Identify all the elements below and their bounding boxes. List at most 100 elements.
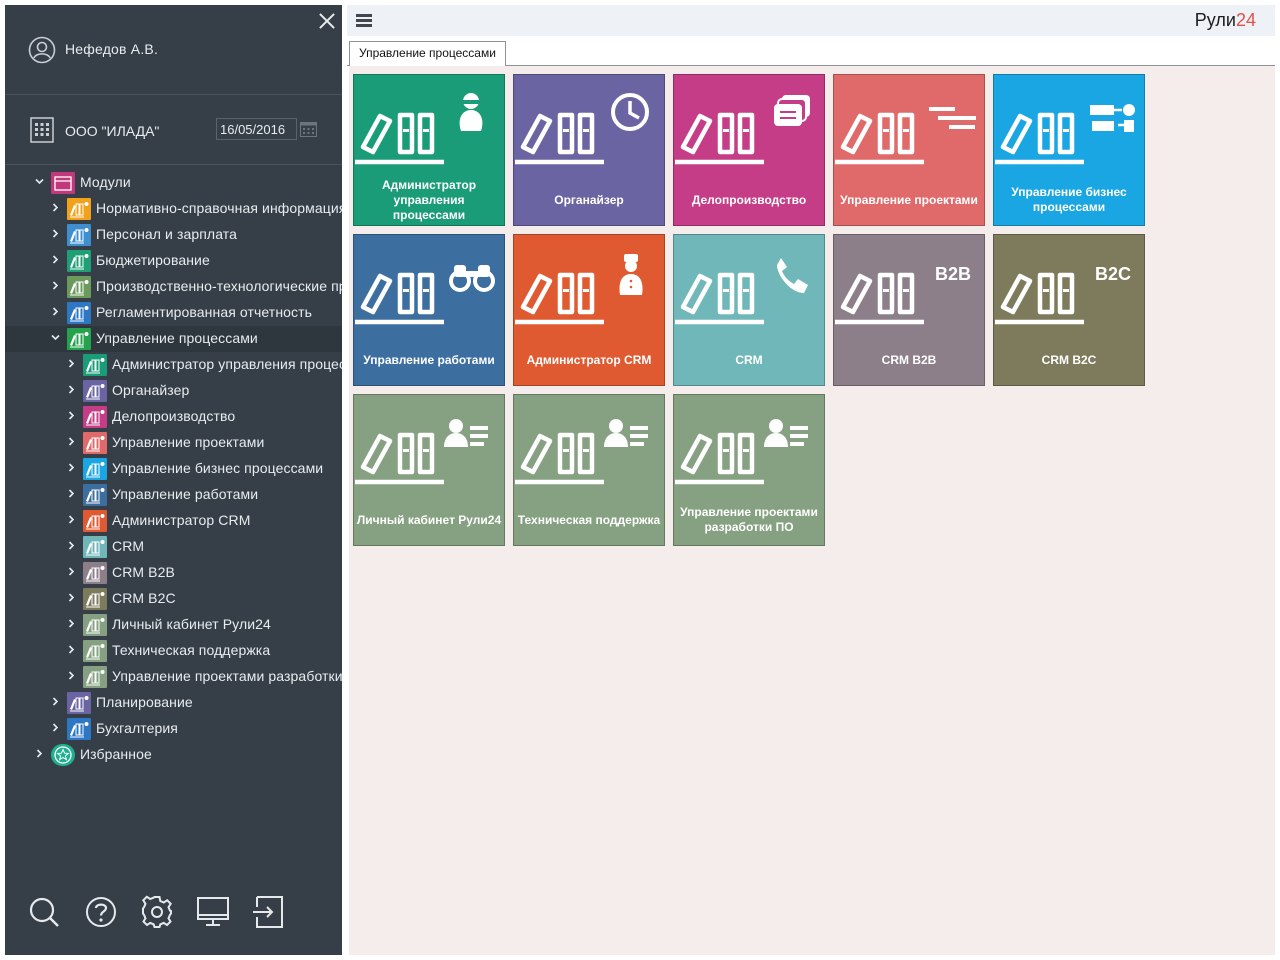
module-tile[interactable]: Органайзер xyxy=(513,74,665,226)
tree-item[interactable]: Управление проектами xyxy=(5,430,342,456)
chevron-right-icon[interactable] xyxy=(67,385,76,394)
chevron-right-icon[interactable] xyxy=(51,203,60,212)
module-tile[interactable]: Администратор управления процессами xyxy=(353,74,505,226)
tree-item[interactable]: Модули xyxy=(5,170,342,196)
module-tile[interactable]: Управление бизнес процессами xyxy=(993,74,1145,226)
tree-item[interactable]: Администратор CRM xyxy=(5,508,342,534)
module-tile-label: Администратор управления процессами xyxy=(381,177,477,222)
tree-item-label: Планирование xyxy=(96,694,193,710)
tree-item[interactable]: Управление работами xyxy=(5,482,342,508)
gantt-icon xyxy=(835,107,976,165)
date-field[interactable] xyxy=(216,118,297,140)
chevron-right-icon[interactable] xyxy=(51,281,60,290)
user-avatar-icon[interactable] xyxy=(28,36,56,64)
tree-item[interactable]: Планирование xyxy=(5,690,342,716)
module-tile[interactable]: Личный кабинет Рули24 xyxy=(353,394,505,546)
module-tile-label: Управление работами xyxy=(363,352,495,367)
organization-name[interactable]: ООО "ИЛАДА" xyxy=(65,123,159,139)
module-tile[interactable]: Делопроизводство xyxy=(673,74,825,226)
chevron-right-icon[interactable] xyxy=(67,671,76,680)
organization-block: ООО "ИЛАДА" xyxy=(5,95,342,165)
tree-item[interactable]: Персонал и зарплата xyxy=(5,222,342,248)
chevron-right-icon[interactable] xyxy=(51,697,60,706)
module-tile[interactable]: Управление работами xyxy=(353,234,505,386)
chevron-right-icon[interactable] xyxy=(35,749,44,758)
module-icon xyxy=(83,380,107,402)
chevron-right-icon[interactable] xyxy=(67,463,76,472)
tree-item[interactable]: CRM xyxy=(5,534,342,560)
tree-item[interactable]: Управление процессами xyxy=(5,326,342,352)
chevron-right-icon[interactable] xyxy=(51,723,60,732)
chevron-down-icon[interactable] xyxy=(35,177,44,186)
module-tile[interactable]: B2C CRM B2C xyxy=(993,234,1145,386)
tree-item-label: Администратор управления процессами xyxy=(112,356,342,372)
user-card-icon xyxy=(675,419,808,485)
chevron-right-icon[interactable] xyxy=(67,567,76,576)
tree-item[interactable]: Личный кабинет Рули24 xyxy=(5,612,342,638)
logout-icon[interactable] xyxy=(252,895,286,929)
tree-item[interactable]: Управление проектами разработки ПО xyxy=(5,664,342,690)
tree-item[interactable]: CRM B2C xyxy=(5,586,342,612)
module-tile[interactable]: Управление проектами разработки ПО xyxy=(673,394,825,546)
favorites-star-icon xyxy=(51,744,75,766)
tree-item-label: Управление проектами разработки ПО xyxy=(112,668,342,684)
tab-strip: Управление процессами xyxy=(347,36,1275,67)
chevron-right-icon[interactable] xyxy=(67,619,76,628)
chevron-right-icon[interactable] xyxy=(51,307,60,316)
module-icon xyxy=(83,432,107,454)
tab-process-management[interactable]: Управление процессами xyxy=(349,41,506,67)
chevron-right-icon[interactable] xyxy=(67,359,76,368)
user-card-icon xyxy=(515,419,648,485)
menu-icon[interactable] xyxy=(356,14,372,27)
module-tile-label: Делопроизводство xyxy=(691,192,807,207)
chevron-right-icon[interactable] xyxy=(67,411,76,420)
module-tile[interactable]: Техническая поддержка xyxy=(513,394,665,546)
module-icon xyxy=(67,718,91,740)
tree-item[interactable]: Регламентированная отчетность xyxy=(5,300,342,326)
module-icon xyxy=(83,354,107,376)
module-icon xyxy=(67,224,91,246)
user-card-icon xyxy=(355,419,488,485)
tree-item[interactable]: Нормативно-справочная информация xyxy=(5,196,342,222)
search-icon[interactable] xyxy=(27,895,61,929)
module-icon xyxy=(83,406,107,428)
tree-item[interactable]: Производственно-технологические процессы xyxy=(5,274,342,300)
chevron-right-icon[interactable] xyxy=(67,437,76,446)
settings-icon[interactable] xyxy=(140,895,174,929)
monitor-icon[interactable] xyxy=(196,895,230,929)
brand-text: Рули xyxy=(1194,10,1236,30)
calendar-icon[interactable] xyxy=(300,121,317,137)
chevron-right-icon[interactable] xyxy=(51,229,60,238)
tree-item[interactable]: Техническая поддержка xyxy=(5,638,342,664)
chevron-down-icon[interactable] xyxy=(51,333,60,342)
module-tile[interactable]: Управление проектами xyxy=(833,74,985,226)
module-icon xyxy=(67,250,91,272)
chevron-right-icon[interactable] xyxy=(67,541,76,550)
module-tile[interactable]: Администратор CRM xyxy=(513,234,665,386)
help-icon[interactable] xyxy=(84,895,118,929)
chevron-right-icon[interactable] xyxy=(67,515,76,524)
module-icon xyxy=(83,458,107,480)
tree-item[interactable]: CRM B2B xyxy=(5,560,342,586)
chevron-right-icon[interactable] xyxy=(67,489,76,498)
module-tile-label: Органайзер xyxy=(554,192,624,207)
chevron-right-icon[interactable] xyxy=(67,593,76,602)
chevron-right-icon[interactable] xyxy=(67,645,76,654)
tree-item[interactable]: Органайзер xyxy=(5,378,342,404)
tree-item[interactable]: Управление бизнес процессами xyxy=(5,456,342,482)
tree-item-label: Личный кабинет Рули24 xyxy=(112,616,271,632)
binoculars-icon xyxy=(355,265,495,325)
tree-item[interactable]: Администратор управления процессами xyxy=(5,352,342,378)
module-icon xyxy=(67,692,91,714)
tree-item[interactable]: Бухгалтерия xyxy=(5,716,342,742)
module-tile-label: CRM xyxy=(735,352,763,367)
tree-item-label: CRM B2C xyxy=(112,590,176,606)
chevron-right-icon[interactable] xyxy=(51,255,60,264)
tree-item[interactable]: Делопроизводство xyxy=(5,404,342,430)
tree-item[interactable]: Бюджетирование xyxy=(5,248,342,274)
tree-item-label: CRM B2B xyxy=(112,564,175,580)
module-tile[interactable]: B2B CRM B2B xyxy=(833,234,985,386)
bottom-toolbar xyxy=(5,875,342,955)
module-tile[interactable]: CRM xyxy=(673,234,825,386)
tree-item[interactable]: Избранное xyxy=(5,742,342,768)
